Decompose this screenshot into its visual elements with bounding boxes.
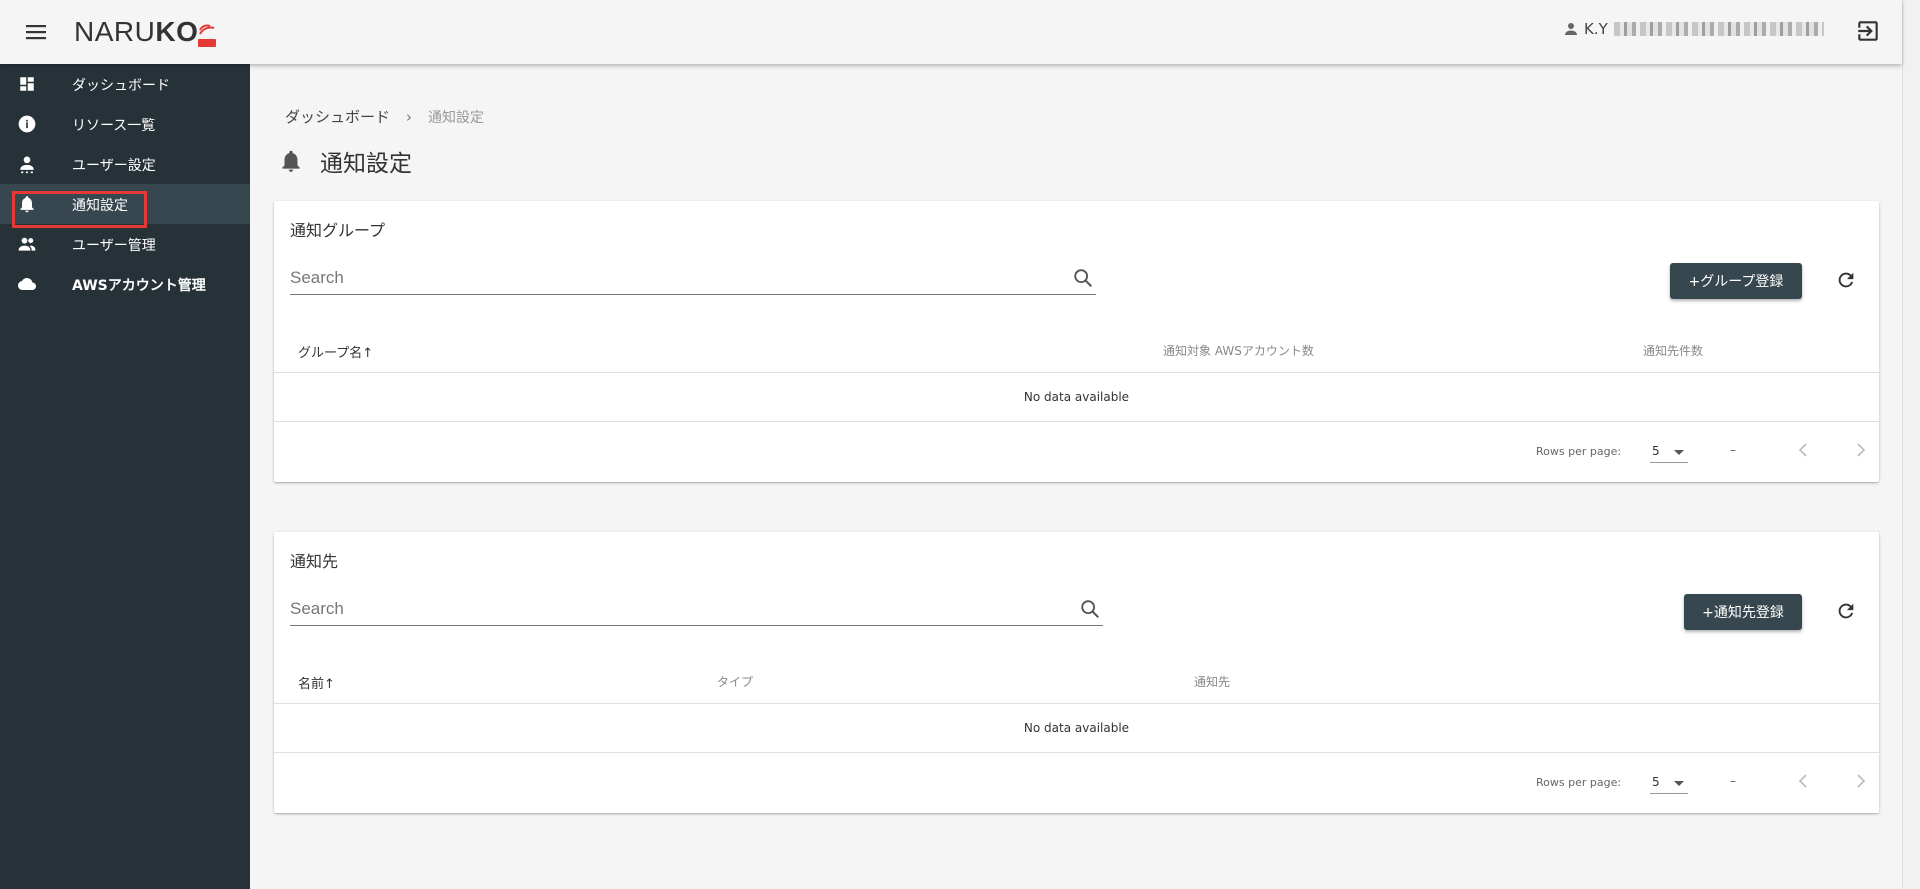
page-title-text: 通知設定: [320, 151, 412, 177]
sidebar-item-label: リソース一覧: [72, 118, 156, 134]
add-destination-button[interactable]: +通知先登録: [1684, 594, 1802, 630]
logo-text: NARUKO: [74, 16, 199, 47]
previous-page-icon[interactable]: [1791, 769, 1815, 793]
table-header: 名前↑ タイプ 通知先: [274, 656, 1879, 704]
caret-down-icon: [1674, 450, 1684, 455]
sidebar-item-label: ユーザー管理: [72, 238, 156, 254]
rows-per-page-value: 5: [1652, 444, 1660, 458]
group-search-input[interactable]: [290, 263, 1096, 293]
sidebar-item-label: ユーザー設定: [72, 158, 156, 174]
sort-arrow-icon: ↑: [362, 346, 374, 361]
cloud-icon: [16, 274, 38, 294]
sidebar-item-dashboard[interactable]: ダッシュボード: [0, 64, 250, 104]
column-header-group-name[interactable]: グループ名↑: [298, 342, 373, 361]
sidebar-item-label: 通知設定: [72, 198, 128, 214]
rows-per-page-label: Rows per page:: [1536, 445, 1622, 458]
notification-groups-card: 通知グループ +グループ登録 グループ名↑ 通知対象 AWSアカウント数 通知先…: [274, 201, 1879, 482]
rows-per-page-select[interactable]: 5: [1650, 441, 1688, 463]
refresh-icon[interactable]: [1835, 269, 1859, 293]
logo-signal-icon: [196, 22, 218, 48]
sidebar-item-label: AWSアカウント管理: [72, 278, 206, 294]
hamburger-menu-icon[interactable]: [20, 16, 52, 48]
person-icon: [16, 154, 38, 174]
caret-down-icon: [1674, 781, 1684, 786]
bell-icon: [276, 146, 306, 176]
destination-search-field: [290, 594, 1103, 626]
breadcrumb: ダッシュボード › 通知設定: [285, 106, 484, 127]
dashboard-icon: [16, 74, 38, 94]
next-page-icon[interactable]: [1849, 438, 1873, 462]
info-icon: [16, 114, 38, 134]
sidebar-item-user-management[interactable]: ユーザー管理: [0, 224, 250, 264]
sidebar-item-resources[interactable]: リソース一覧: [0, 104, 250, 144]
page-range-text: –: [1730, 443, 1736, 457]
refresh-icon[interactable]: [1835, 600, 1859, 624]
sidebar-item-aws-accounts[interactable]: AWSアカウント管理: [0, 264, 250, 304]
search-icon[interactable]: [1072, 267, 1096, 291]
column-header-aws-account-count[interactable]: 通知対象 AWSアカウント数: [1163, 342, 1314, 359]
destination-search-input[interactable]: [290, 594, 1103, 624]
rows-per-page-value: 5: [1652, 775, 1660, 789]
person-icon: [1565, 23, 1577, 35]
breadcrumb-home-link[interactable]: ダッシュボード: [285, 106, 390, 127]
bell-icon: [16, 194, 38, 214]
main-content: ダッシュボード › 通知設定 通知設定 通知グループ +グループ登録 グループ名…: [250, 64, 1902, 889]
app-header: NARUKO K.Y: [0, 0, 1902, 64]
notification-destinations-card: 通知先 +通知先登録 名前↑ タイプ 通知先 No data available…: [274, 532, 1879, 813]
page-title: 通知設定: [276, 144, 412, 178]
naruko-logo[interactable]: NARUKO: [74, 16, 218, 48]
column-header-destination-count[interactable]: 通知先件数: [1643, 342, 1703, 359]
breadcrumb-separator: ›: [406, 107, 413, 126]
table-empty-message: No data available: [274, 704, 1879, 753]
rows-per-page-select[interactable]: 5: [1650, 772, 1688, 794]
user-name: K.Y: [1584, 20, 1608, 38]
people-icon: [16, 234, 38, 254]
column-header-destination[interactable]: 通知先: [1194, 673, 1230, 690]
card-title: 通知グループ: [290, 221, 386, 240]
page-scrollbar[interactable]: [1902, 0, 1920, 889]
user-email-redacted: [1613, 22, 1824, 36]
table-header: グループ名↑ 通知対象 AWSアカウント数 通知先件数: [274, 325, 1879, 373]
sidebar-item-notification-settings[interactable]: 通知設定: [0, 184, 250, 224]
sidebar-item-label: ダッシュボード: [72, 78, 170, 94]
add-group-button[interactable]: +グループ登録: [1670, 263, 1802, 299]
sort-arrow-icon: ↑: [324, 677, 335, 692]
search-icon[interactable]: [1079, 598, 1103, 622]
previous-page-icon[interactable]: [1791, 438, 1815, 462]
next-page-icon[interactable]: [1849, 769, 1873, 793]
sidebar-item-user-settings[interactable]: ユーザー設定: [0, 144, 250, 184]
breadcrumb-current: 通知設定: [428, 109, 485, 126]
logout-icon[interactable]: [1855, 18, 1881, 44]
column-header-name[interactable]: 名前↑: [298, 673, 335, 692]
column-header-type[interactable]: タイプ: [717, 673, 753, 690]
table-empty-message: No data available: [274, 373, 1879, 422]
rows-per-page-label: Rows per page:: [1536, 776, 1622, 789]
card-title: 通知先: [290, 552, 339, 571]
table-pagination: Rows per page: 5 –: [274, 754, 1879, 812]
page-range-text: –: [1730, 774, 1736, 788]
sidebar: ダッシュボード リソース一覧 ユーザー設定 通知設定 ユーザー管理 AWSアカウ…: [0, 64, 250, 889]
table-pagination: Rows per page: 5 –: [274, 423, 1879, 481]
group-search-field: [290, 263, 1096, 295]
user-account[interactable]: K.Y: [1562, 20, 1824, 38]
